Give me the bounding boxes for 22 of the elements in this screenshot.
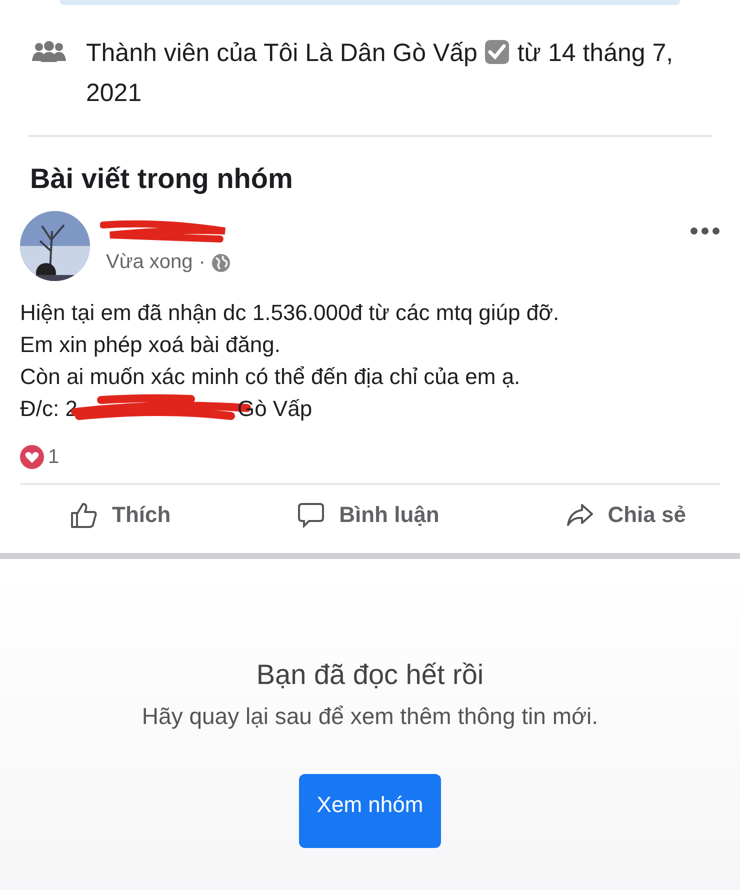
post-text: Em xin phép xoá bài đăng. [20, 331, 282, 359]
separator-dot: · [198, 251, 206, 274]
group-icon [32, 41, 66, 63]
thumbs-up-icon [70, 501, 98, 529]
end-subtitle: Hãy quay lại sau để xem thêm thông tin mới. [140, 703, 600, 730]
membership-text: Thành viên của Tôi Là Dân Gò Vấp từ 14 tháng 7, 2021 [86, 38, 674, 109]
post-time: Vừa xong [106, 251, 193, 274]
more-icon[interactable] [690, 227, 720, 235]
share-arrow-icon [566, 501, 594, 529]
share-button[interactable]: Chia sẻ [562, 491, 690, 539]
view-group-button[interactable]: Xem nhóm [298, 774, 442, 848]
reaction-count: 1 [48, 446, 60, 468]
like-button[interactable]: Thích [66, 491, 175, 539]
post-text: Còn ai muốn xác minh có thể đến địa chỉ của em ạ. [20, 363, 522, 391]
section-title: Bài viết trong nhóm [30, 163, 294, 195]
comment-button[interactable]: Bình luận [293, 491, 444, 539]
globe-icon [211, 252, 232, 272]
love-reaction-icon [20, 445, 44, 469]
speech-bubble-icon [297, 501, 326, 529]
post-text: Hiện tại em đã nhận dc 1.536.000đ từ các mtq giúp đỡ. [20, 299, 560, 327]
post-text: Gò Vấp [237, 395, 312, 423]
end-title: Bạn đã đọc hết rồi [255, 659, 485, 691]
